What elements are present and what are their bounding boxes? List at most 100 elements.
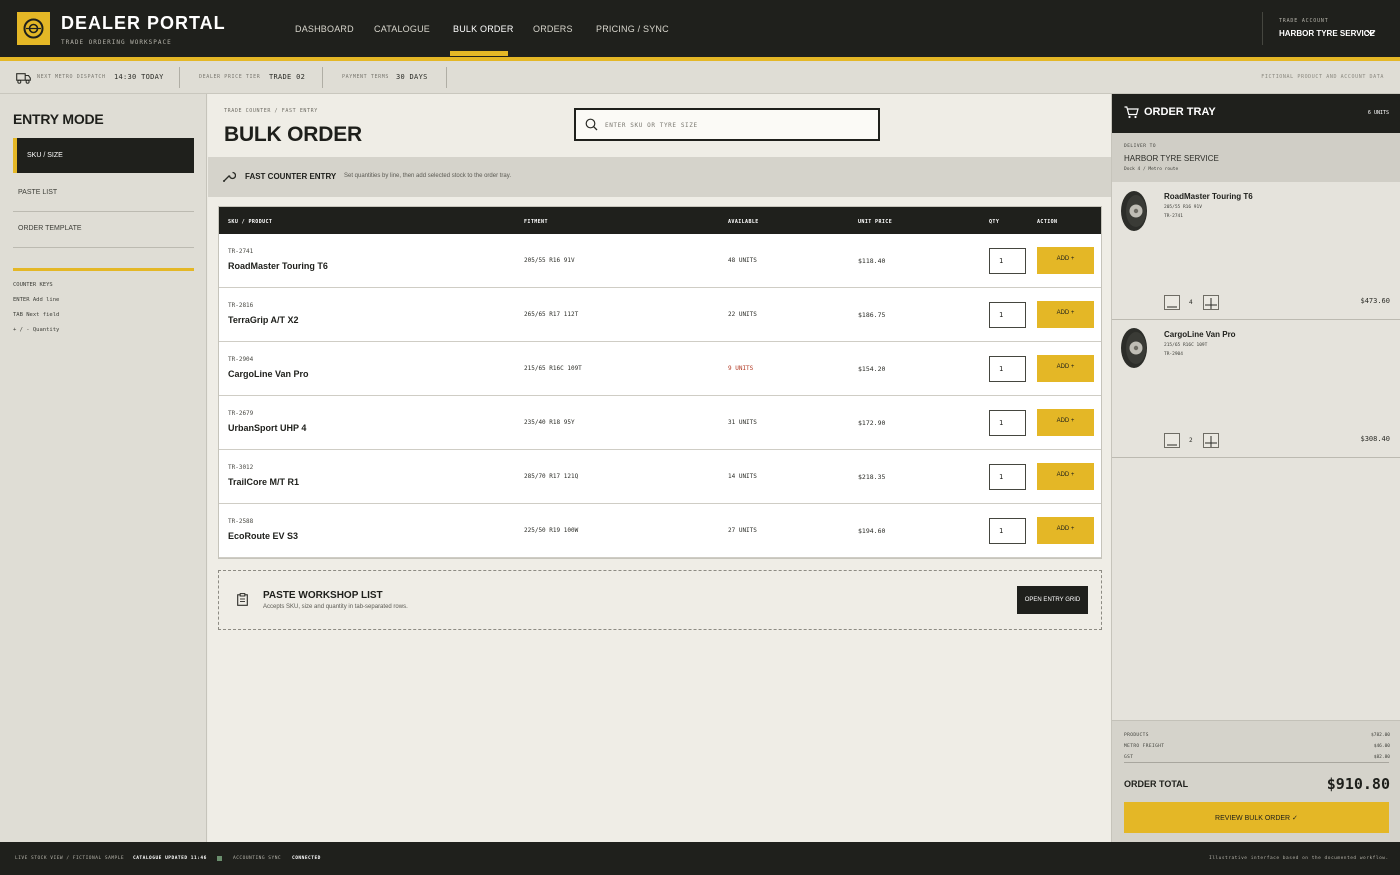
add-to-tray-button[interactable]: ADD + [1037,517,1094,544]
nav-orders[interactable]: ORDERS [533,24,573,34]
order-total-label: ORDER TOTAL [1124,779,1189,789]
fast-entry-description: Set quantities by line, then add selecte… [344,173,511,179]
row-available: 22 UNITS [728,311,757,318]
gst-value: $82.80 [1373,755,1390,760]
row-available: 27 UNITS [728,527,757,534]
quantity-input[interactable]: 1 [989,356,1026,382]
top-header: DEALER PORTAL TRADE ORDERING WORKSPACE D… [0,0,1400,57]
status-footer: LIVE STOCK VIEW / FICTIONAL SAMPLE CATAL… [0,842,1400,875]
row-fitment: 265/65 R17 112T [524,311,579,318]
search-icon [585,118,598,136]
decrease-quantity-button[interactable] [1164,433,1180,448]
tyre-logo-icon [17,12,50,45]
divider [1262,12,1263,45]
active-nav-indicator [450,51,508,56]
main-content: TRADE COUNTER / FAST ENTRY BULK ORDER EN… [208,94,1111,842]
tray-item-spec: 215/65 R16C 109T [1164,343,1208,348]
search-input[interactable]: ENTER SKU OR TYRE SIZE [574,108,880,141]
row-fitment: 225/50 R19 100W [524,527,579,534]
tyre-image [1120,190,1148,232]
row-available: 48 UNITS [728,257,757,264]
add-to-tray-button[interactable]: ADD + [1037,355,1094,382]
fictional-data-note: FICTIONAL PRODUCT AND ACCOUNT DATA [1261,74,1384,80]
sync-label: ACCOUNTING SYNC [233,856,282,861]
nav-dashboard[interactable]: DASHBOARD [295,24,354,34]
deliver-name: HARBOR TYRE SERVICE [1124,154,1219,163]
quantity-input[interactable]: 1 [989,410,1026,436]
row-unit-price: $118.40 [858,257,886,265]
quantity-input[interactable]: 1 [989,518,1026,544]
row-product-name: TerraGrip A/T X2 [228,315,299,325]
review-bulk-order-button[interactable]: REVIEW BULK ORDER ✓ [1124,802,1389,833]
dispatch-label: NEXT METRO DISPATCH [37,74,106,80]
tray-header: ORDER TRAY 6 UNITS [1112,94,1400,133]
paste-description: Accepts SKU, size and quantity in tab-se… [263,604,408,610]
brand-title: DEALER PORTAL [61,13,226,33]
truck-icon [16,71,31,89]
column-header: ACTION [1037,219,1058,225]
mode-paste-list[interactable]: PASTE LIST [13,176,194,212]
nav-pricing-sync[interactable]: PRICING / SYNC [596,24,669,34]
add-to-tray-button[interactable]: ADD + [1037,409,1094,436]
key-hint: ENTER Add line [13,297,60,303]
tray-item-sku: TR-2904 [1164,352,1183,357]
increase-quantity-button[interactable] [1203,295,1219,310]
cart-icon [1124,106,1139,124]
nav-catalogue[interactable]: CATALOGUE [374,24,430,34]
row-sku: TR-3012 [228,464,254,471]
row-unit-price: $154.20 [858,365,886,373]
info-bar: NEXT METRO DISPATCH 14:30 TODAY DEALER P… [0,61,1400,94]
decrease-quantity-button[interactable] [1164,295,1180,310]
products-label: PRODUCTS [1124,733,1149,738]
add-to-tray-button[interactable]: ADD + [1037,463,1094,490]
fast-entry-bar: FAST COUNTER ENTRY Set quantities by lin… [208,157,1111,197]
delivery-destination: DELIVER TO HARBOR TYRE SERVICE Dock 4 / … [1112,133,1400,182]
increase-quantity-button[interactable] [1203,433,1219,448]
add-to-tray-button[interactable]: ADD + [1037,247,1094,274]
row-unit-price: $172.90 [858,419,886,427]
row-unit-price: $218.35 [858,473,886,481]
deliver-route: Dock 4 / Metro route [1124,167,1179,172]
key-hint: + / - Quantity [13,327,60,333]
quantity-input[interactable]: 1 [989,302,1026,328]
mode-order-template[interactable]: ORDER TEMPLATE [13,212,194,248]
table-row: TR-2588 EcoRoute EV S3 225/50 R19 100W 2… [219,504,1101,558]
add-to-tray-button[interactable]: ADD + [1037,301,1094,328]
column-header: SKU / PRODUCT [228,219,273,225]
tray-item-spec: 205/55 R16 91V [1164,205,1202,210]
quantity-input[interactable]: 1 [989,464,1026,490]
order-tray: ORDER TRAY 6 UNITS DELIVER TO HARBOR TYR… [1111,94,1400,842]
nav-bulk-order[interactable]: BULK ORDER [453,24,514,34]
freight-value: $46.00 [1373,744,1390,749]
tier-label: DEALER PRICE TIER [199,74,261,80]
open-entry-grid-button[interactable]: OPEN ENTRY GRID [1017,586,1088,614]
row-fitment: 205/55 R16 91V [524,257,575,264]
terms-label: PAYMENT TERMS [342,74,389,80]
dispatch-value: 14:30 TODAY [114,73,164,81]
paste-title: PASTE WORKSHOP LIST [263,590,383,601]
tray-item-name: CargoLine Van Pro [1164,330,1236,339]
column-header: QTY [989,219,1000,225]
divider [179,67,180,88]
entry-mode-sidebar: ENTRY MODE SKU / SIZE PASTE LIST ORDER T… [0,94,207,842]
row-sku: TR-2816 [228,302,254,309]
search-placeholder: ENTER SKU OR TYRE SIZE [605,122,698,129]
column-header: FITMENT [524,219,548,225]
counter-keys-title: COUNTER KEYS [13,282,53,288]
row-fitment: 285/70 R17 121Q [524,473,579,480]
clipboard-icon [237,593,248,611]
account-label: TRADE ACCOUNT [1279,18,1329,24]
wrench-icon [222,169,237,188]
table-row: TR-3012 TrailCore M/T R1 285/70 R17 121Q… [219,450,1101,504]
chevron-down-icon[interactable] [1366,24,1376,42]
row-unit-price: $186.75 [858,311,886,319]
deliver-label: DELIVER TO [1124,144,1157,149]
quantity-input[interactable]: 1 [989,248,1026,274]
breadcrumb: TRADE COUNTER / FAST ENTRY [224,108,318,114]
divider [1124,762,1389,763]
sync-status-dot [217,856,222,861]
row-available-low-stock: 9 UNITS [728,365,754,372]
account-name[interactable]: HARBOR TYRE SERVICE [1279,29,1375,38]
mode-sku-size[interactable]: SKU / SIZE [13,138,194,173]
product-table: SKU / PRODUCT FITMENT AVAILABLE UNIT PRI… [218,206,1102,559]
